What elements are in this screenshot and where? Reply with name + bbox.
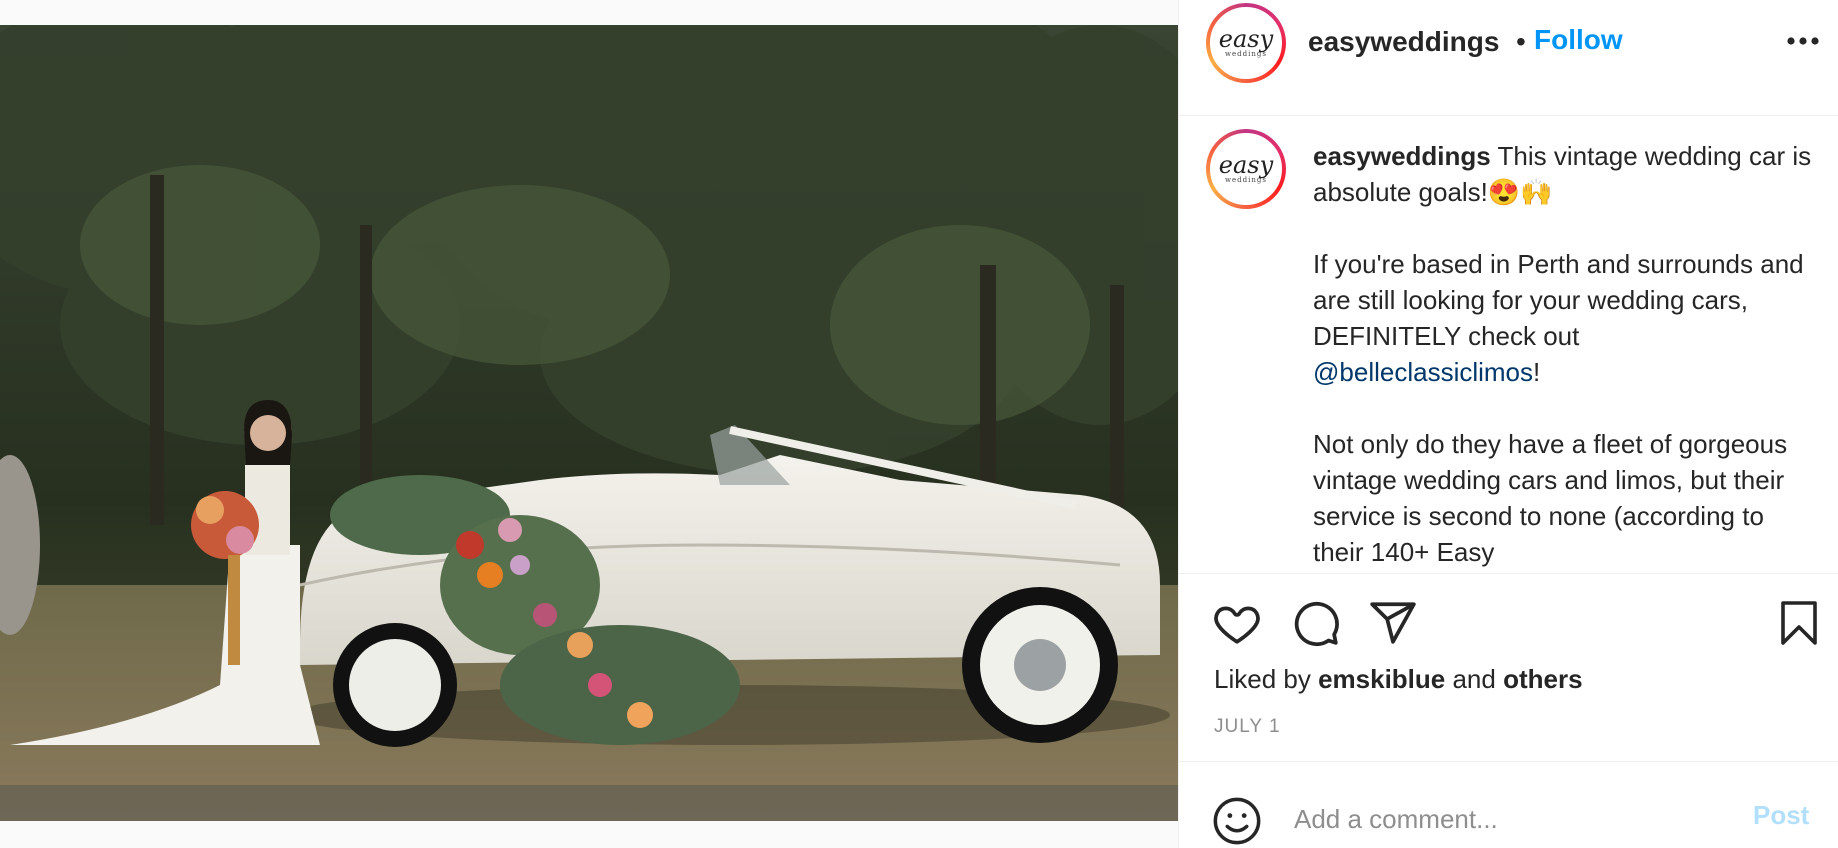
comment-button[interactable] — [1291, 598, 1341, 648]
mention-link[interactable]: @belleclassiclimos — [1313, 357, 1533, 387]
like-icon — [1214, 606, 1260, 644]
emoji-icon[interactable] — [1211, 795, 1263, 847]
comment-icon — [1294, 601, 1339, 647]
post-image[interactable] — [0, 25, 1178, 821]
caption-text: If you're based in Perth and surrounds a… — [1313, 249, 1804, 351]
header-divider — [1179, 115, 1838, 116]
liked-by-user[interactable]: emskiblue — [1318, 664, 1445, 694]
save-button[interactable] — [1775, 598, 1823, 648]
header-separator: • — [1516, 26, 1526, 57]
likes-middle: and — [1445, 664, 1504, 694]
share-icon — [1370, 602, 1416, 644]
comment-divider — [1179, 761, 1838, 762]
more-icon[interactable] — [1785, 35, 1821, 47]
comment-input[interactable] — [1292, 800, 1726, 838]
post-comment-button[interactable]: Post — [1753, 800, 1809, 831]
likes-prefix: Liked by — [1214, 664, 1319, 694]
wedding-car-photo — [0, 25, 1178, 821]
post-caption: easyweddings This vintage wedding car is… — [1313, 138, 1813, 572]
like-button[interactable] — [1212, 598, 1262, 648]
save-icon — [1781, 601, 1817, 645]
avatar-logo-text: easy — [1218, 25, 1274, 53]
caption-paragraph: Not only do they have a fleet of gorgeou… — [1313, 426, 1813, 570]
avatar-logo-text: easy — [1218, 151, 1274, 179]
follow-button[interactable]: Follow — [1534, 24, 1623, 56]
caption-paragraph: easyweddings This vintage wedding car is… — [1313, 138, 1813, 210]
header-avatar[interactable]: easy weddings — [1206, 3, 1286, 83]
post-date[interactable]: JULY 1 — [1214, 716, 1281, 738]
header-username[interactable]: easyweddings — [1308, 26, 1499, 58]
caption-divider — [1179, 573, 1838, 574]
caption-text: ! — [1533, 357, 1541, 387]
caption-avatar[interactable]: easy weddings — [1206, 129, 1286, 209]
post-details-panel: easy weddings easyweddings • Follow easy… — [1178, 0, 1838, 848]
avatar-logo-subtext: weddings — [1225, 176, 1267, 184]
avatar-logo-subtext: weddings — [1225, 50, 1267, 58]
likes-others-link[interactable]: others — [1503, 664, 1582, 694]
caption-username[interactable]: easyweddings — [1313, 141, 1491, 171]
likes-summary: Liked by emskiblue and others — [1214, 664, 1583, 695]
share-button[interactable] — [1368, 598, 1418, 648]
caption-paragraph: If you're based in Perth and surrounds a… — [1313, 246, 1813, 390]
caption-text: Not only do they have a fleet of gorgeou… — [1313, 429, 1788, 567]
